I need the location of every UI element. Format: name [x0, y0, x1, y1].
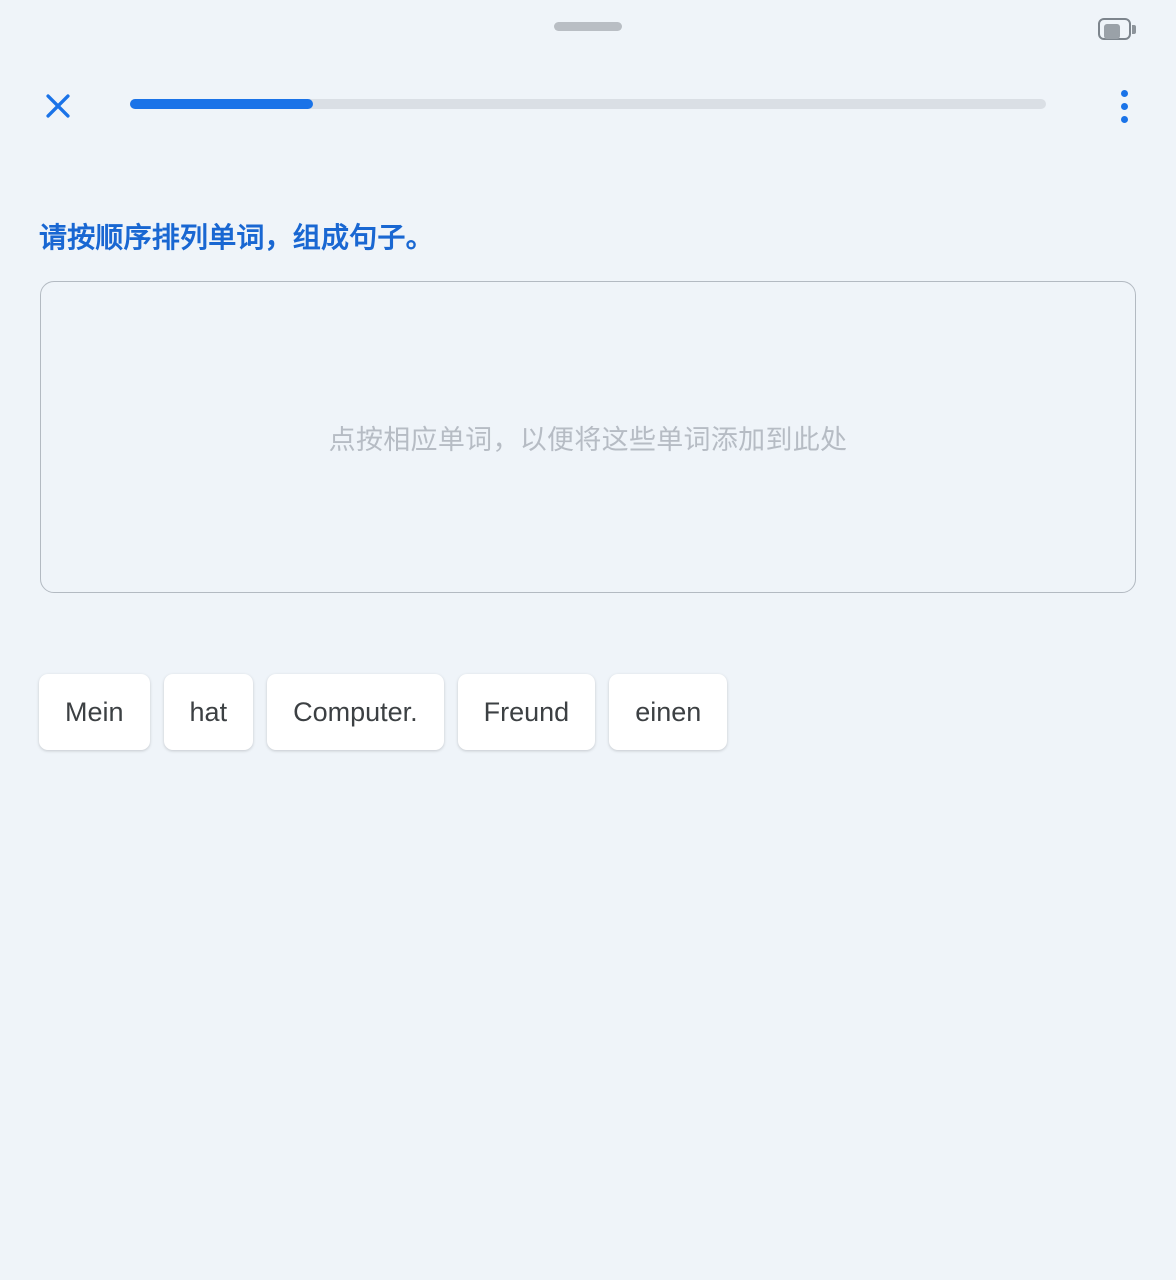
battery-body: [1098, 18, 1131, 40]
status-bar: [0, 0, 1176, 56]
answer-drop-area[interactable]: 点按相应单词，以便将这些单词添加到此处: [40, 281, 1136, 593]
more-vert-icon-dot-3: [1120, 115, 1128, 123]
more-vert-icon-dot-1: [1120, 89, 1128, 97]
exercise-prompt: 请按顺序排列单词，组成句子。: [39, 222, 434, 253]
word-chip[interactable]: Mein: [39, 674, 150, 750]
overflow-menu-button[interactable]: [1100, 82, 1148, 130]
progress-bar: [130, 99, 1046, 109]
more-vert-icon-dot-2: [1120, 102, 1128, 110]
drag-handle[interactable]: [554, 22, 622, 31]
word-chip[interactable]: hat: [163, 674, 254, 750]
battery-fill: [1103, 23, 1120, 39]
close-icon: [41, 89, 75, 123]
exercise-screen: 请按顺序排列单词，组成句子。 点按相应单词，以便将这些单词添加到此处 Mein h…: [0, 0, 1176, 1280]
progress-fill: [130, 99, 314, 109]
word-chip[interactable]: einen: [609, 674, 728, 750]
word-bank: Mein hat Computer. Freund einen: [39, 674, 1137, 750]
word-chip[interactable]: Freund: [457, 674, 596, 750]
battery-icon: [1098, 18, 1136, 40]
answer-placeholder: 点按相应单词，以便将这些单词添加到此处: [328, 424, 848, 455]
battery-cap: [1132, 25, 1136, 34]
word-chip[interactable]: Computer.: [267, 674, 444, 750]
close-button[interactable]: [34, 82, 82, 130]
